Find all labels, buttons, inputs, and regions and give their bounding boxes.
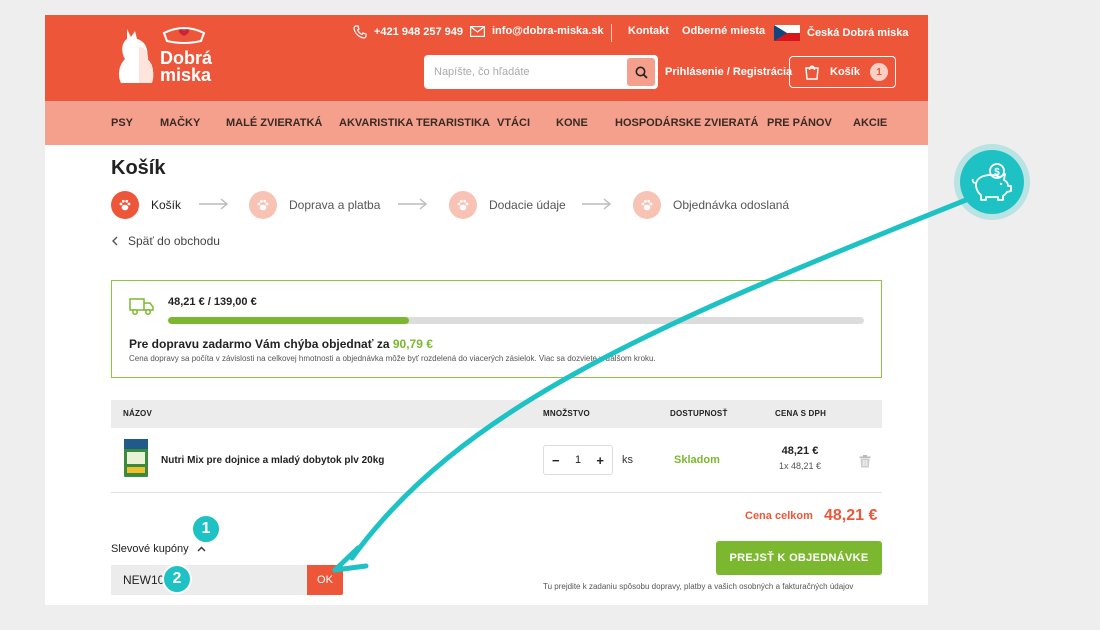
free-shipping-text: Pre dopravu zadarmo Vám chýba objednať z… (129, 337, 390, 351)
trash-icon[interactable] (859, 455, 871, 468)
piggy-bank-icon: $ (960, 150, 1024, 214)
free-shipping-message: Pre dopravu zadarmo Vám chýba objednať z… (129, 337, 433, 351)
proceed-to-order-button[interactable]: PREJSŤ K OBJEDNÁVKE (716, 541, 882, 575)
item-unit-price: 1x 48,21 € (778, 461, 822, 471)
search-icon (635, 66, 648, 79)
country-switch[interactable]: Česká Dobrá miska (774, 25, 909, 41)
back-to-shop-link[interactable]: Späť do obchodu (111, 234, 220, 248)
col-price: CENA S DPH (775, 409, 827, 418)
cart-table-header: NÁZOV MNOŽSTVO DOSTUPNOSŤ CENA S DPH (111, 400, 882, 428)
shopping-bag-icon (805, 65, 819, 80)
phone-number: +421 948 257 949 (374, 26, 464, 38)
missing-amount: 90,79 € (392, 337, 433, 351)
country-label: Česká Dobrá miska (807, 27, 909, 39)
step-cart: Košík (111, 191, 181, 219)
product-name[interactable]: Nutri Mix pre dojnice a mladý dobytok pl… (161, 455, 384, 466)
search-button[interactable] (627, 58, 655, 86)
page-title: Košík (111, 157, 166, 179)
free-shipping-box: 48,21 € / 139,00 € Pre dopravu zadarmo V… (111, 280, 882, 378)
nav-item-kone[interactable]: KONE (556, 117, 588, 129)
quantity-unit: ks (622, 454, 633, 466)
increase-quantity-button[interactable]: + (596, 454, 604, 467)
coupon-toggle-label: Slevové kupóny (111, 543, 189, 555)
step-label: Dodacie údaje (489, 198, 566, 212)
arrow-right-icon (398, 198, 428, 210)
col-name: NÁZOV (123, 409, 152, 418)
chevron-up-icon (197, 546, 206, 552)
paw-icon (249, 191, 277, 219)
main-nav: PSY MAČKY MALÉ ZVIERATKÁ AKVARISTIKA TER… (45, 101, 928, 145)
shipping-progress-fill (168, 317, 410, 324)
arrow-right-icon (582, 198, 612, 210)
decrease-quantity-button[interactable]: − (552, 454, 560, 467)
login-register-link[interactable]: Prihlásenie / Registrácia (665, 66, 792, 78)
nav-item-pre-panov[interactable]: PRE PÁNOV (767, 117, 832, 129)
paw-icon (449, 191, 477, 219)
step-label: Doprava a platba (289, 198, 381, 212)
header: Dobrá miska +421 948 257 949 info@dobra-… (45, 15, 928, 101)
step-shipping-payment: Doprava a platba (249, 191, 380, 219)
phone-icon (353, 25, 367, 39)
delivery-truck-icon (129, 298, 154, 315)
step-label: Objednávka odoslaná (673, 198, 790, 212)
nav-item-macky[interactable]: MAČKY (160, 117, 200, 129)
chevron-left-icon (112, 236, 118, 246)
nav-item-akcie[interactable]: AKCIE (853, 117, 887, 129)
pickup-points-link[interactable]: Odberné miesta (682, 25, 765, 37)
quantity-value[interactable]: 1 (575, 454, 581, 466)
czech-flag-icon (774, 25, 800, 41)
col-quantity: MNOŽSTVO (543, 409, 590, 418)
paw-icon (111, 191, 139, 219)
step-delivery-details: Dodacie údaje (449, 191, 566, 219)
cart-button[interactable]: Košík 1 (789, 56, 896, 88)
logo-text-line2: miska (160, 65, 212, 85)
nav-item-male-zvieratka[interactable]: MALÉ ZVIERATKÁ (226, 117, 322, 129)
cart-label: Košík (830, 66, 860, 78)
phone-link[interactable]: +421 948 257 949 (353, 25, 463, 39)
coupon-code-input[interactable] (111, 565, 307, 595)
shipping-progress-amount: 48,21 € / 139,00 € (168, 296, 257, 308)
coupon-toggle[interactable]: Slevové kupóny (111, 543, 206, 555)
paw-icon (633, 191, 661, 219)
table-row: Nutri Mix pre dojnice a mladý dobytok pl… (111, 428, 882, 493)
page: Dobrá miska +421 948 257 949 info@dobra-… (45, 15, 928, 605)
email-address: info@dobra-miska.sk (492, 25, 604, 37)
shipping-progress-bar (168, 317, 864, 324)
nav-item-akvaristika[interactable]: AKVARISTIKA TERARISTIKA (339, 117, 490, 129)
logo[interactable]: Dobrá miska (115, 23, 225, 89)
logo-pets-icon (118, 29, 154, 83)
arrow-right-icon (199, 198, 229, 210)
shipping-note: Cena dopravy sa počíta v závislosti na c… (129, 354, 656, 363)
apply-coupon-button[interactable]: OK (307, 565, 343, 595)
quantity-stepper: − 1 + (543, 445, 613, 475)
order-note: Tu prejdite k zadaniu spôsobu dopravy, p… (543, 582, 854, 591)
email-link[interactable]: info@dobra-miska.sk (470, 25, 604, 37)
nav-item-hospodarske[interactable]: HOSPODÁRSKE ZVIERATÁ (615, 117, 758, 129)
nav-item-vtaci[interactable]: VTÁCI (497, 117, 530, 129)
item-price: 48,21 € (781, 445, 819, 457)
header-divider (611, 24, 612, 42)
step-order-sent: Objednávka odoslaná (633, 191, 789, 219)
cart-count-badge: 1 (869, 63, 888, 81)
step-label: Košík (151, 198, 182, 212)
logo-bowl-icon (162, 27, 206, 44)
nav-item-psy[interactable]: PSY (111, 117, 133, 129)
contact-link[interactable]: Kontakt (628, 25, 669, 37)
step-badge-2: 2 (162, 564, 192, 594)
back-link-label: Späť do obchodu (128, 234, 220, 248)
step-badge-1: 1 (191, 514, 221, 544)
total-value: 48,21 € (824, 507, 878, 524)
total-label: Cena celkom (745, 510, 813, 522)
search-input[interactable] (424, 55, 624, 89)
col-availability: DOSTUPNOSŤ (670, 409, 728, 418)
product-image[interactable] (123, 438, 149, 478)
availability-status: Skladom (674, 454, 720, 466)
mail-icon (470, 25, 485, 37)
search-box (424, 55, 658, 89)
